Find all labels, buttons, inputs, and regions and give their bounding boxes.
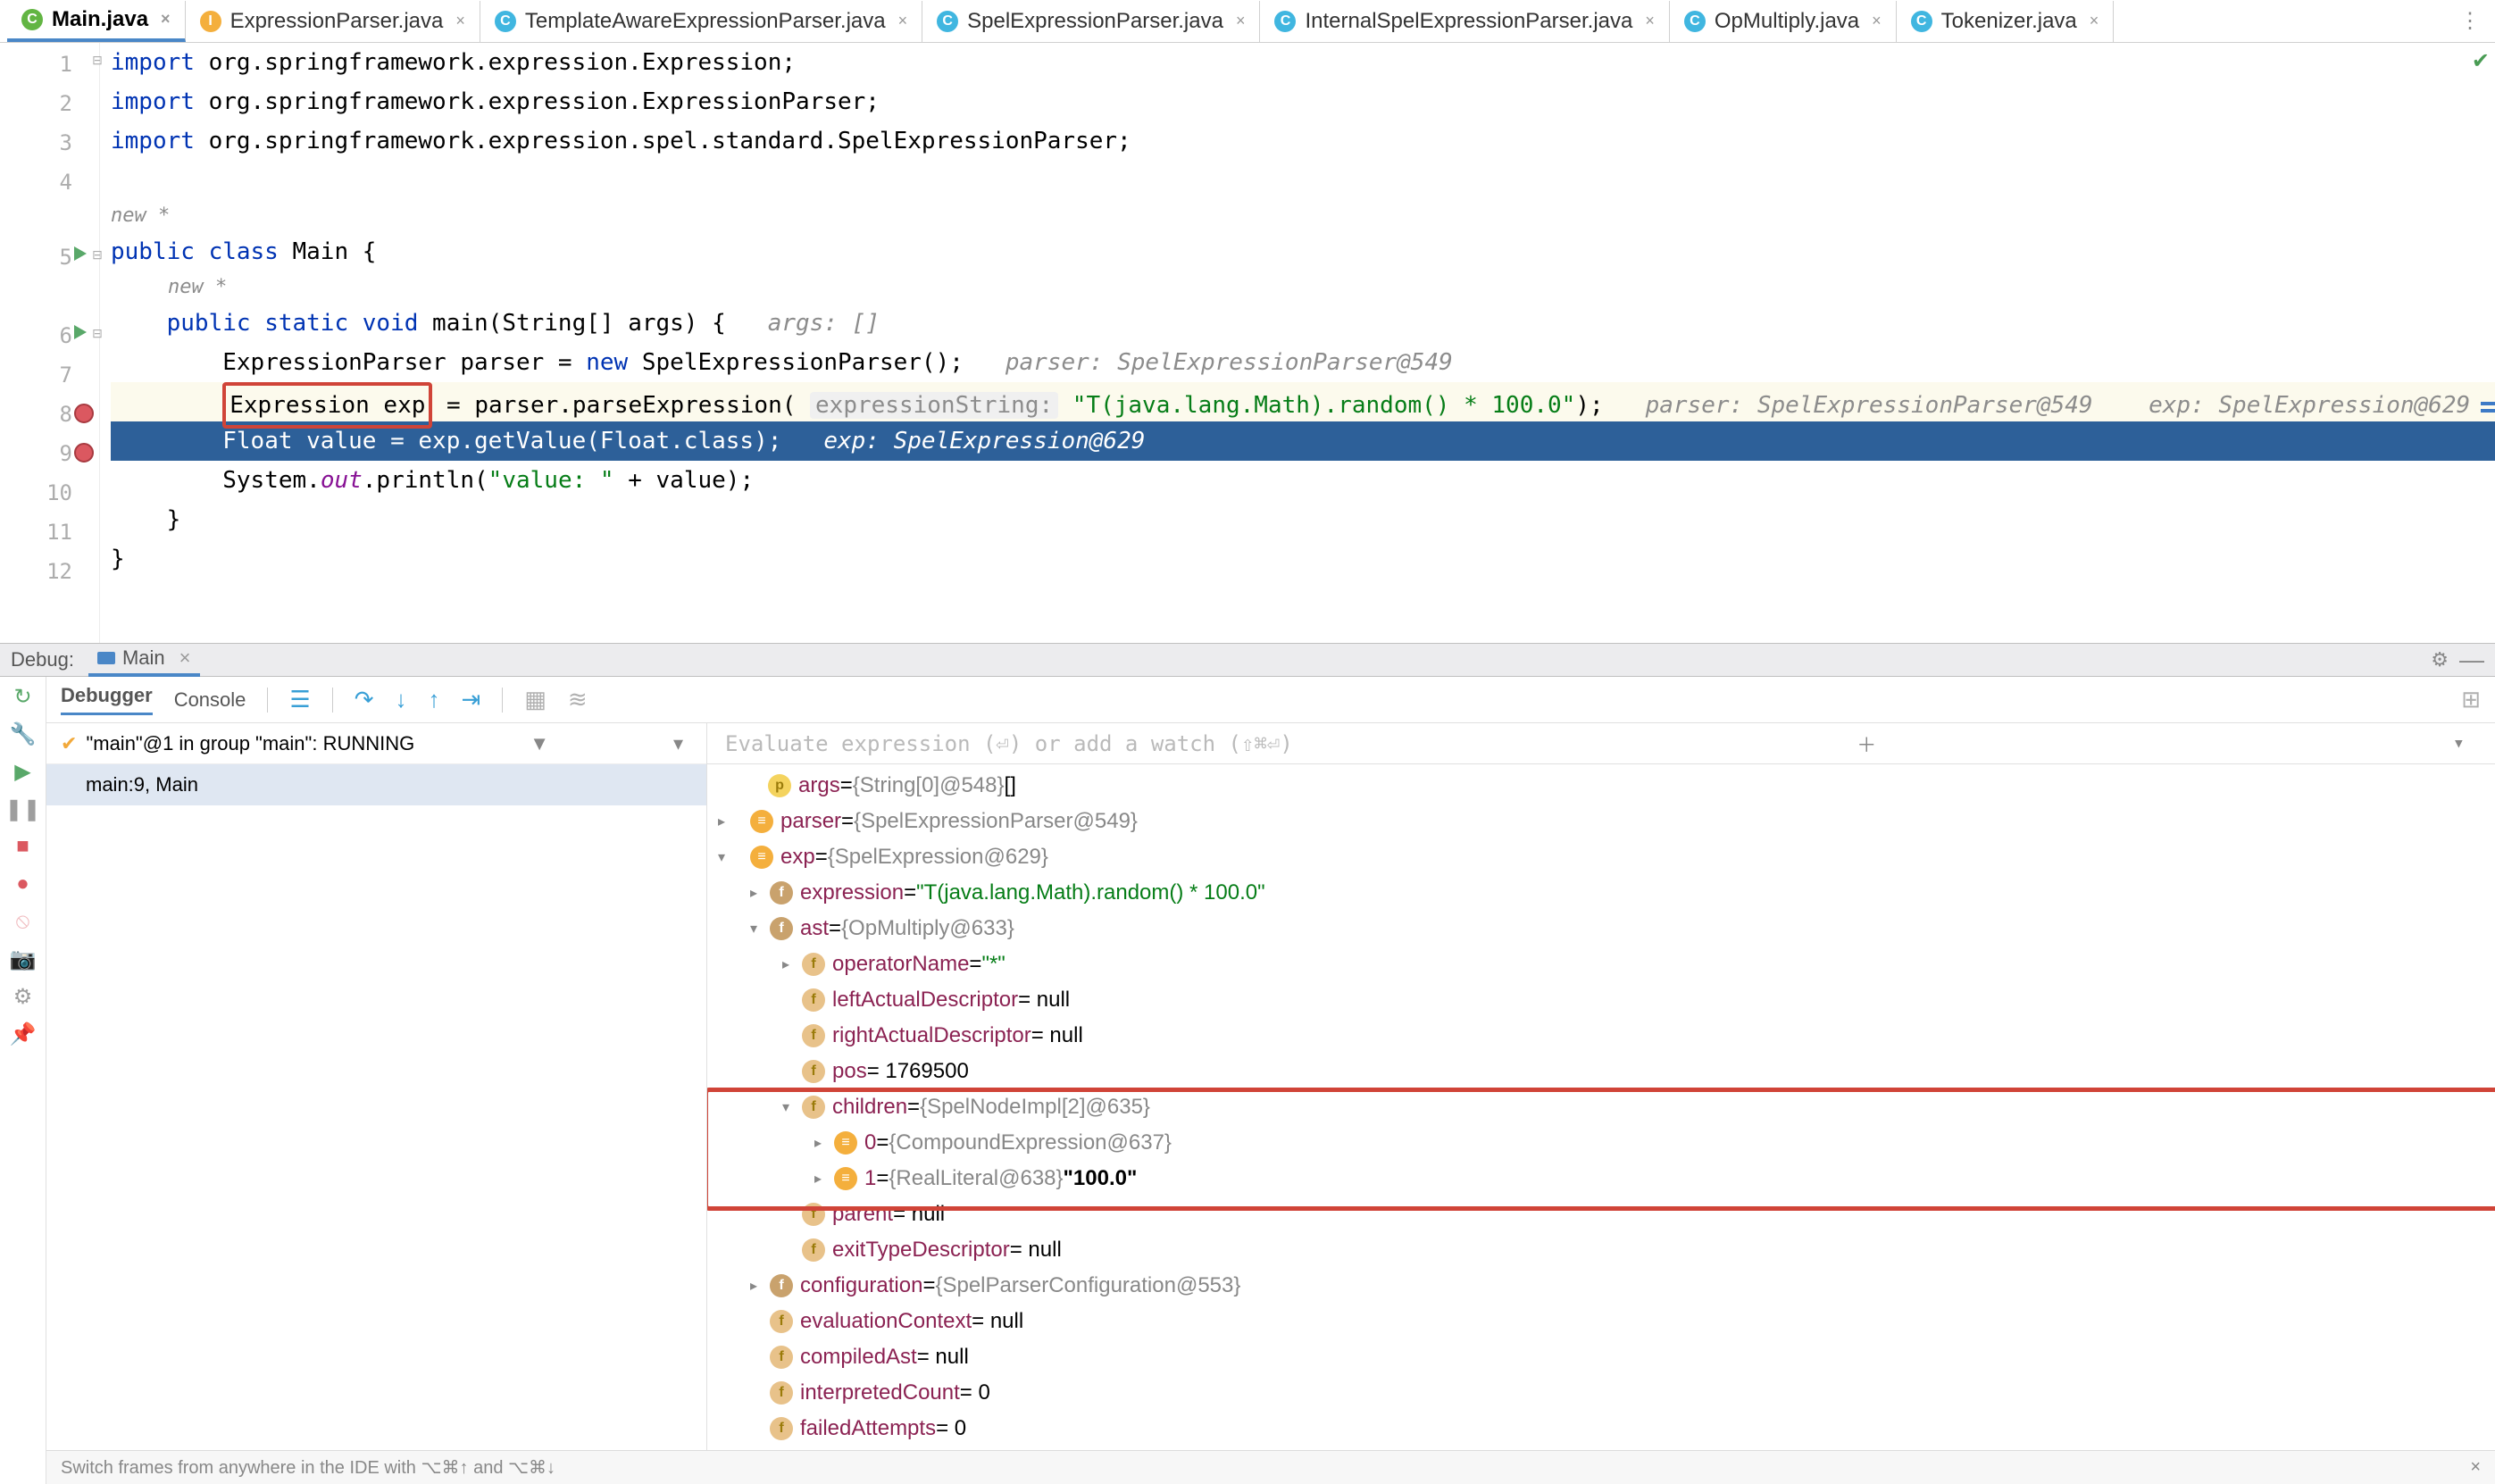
frames-pane: ✔ "main"@1 in group "main": RUNNING ▼ ▾ … [46,723,707,1484]
console-tab[interactable]: Console [174,688,246,712]
marker-icon[interactable] [2481,402,2495,405]
breakpoints-icon[interactable]: ● [11,871,36,896]
code-area[interactable]: import org.springframework.expression.Ex… [100,43,2495,643]
mute-bp-icon[interactable]: ⦸ [11,909,36,934]
close-icon[interactable]: × [161,10,171,29]
thread-row[interactable]: ✔ "main"@1 in group "main": RUNNING ▼ ▾ [46,723,706,764]
class-icon: C [1274,11,1296,32]
step-into-icon[interactable]: ↓ [396,686,407,713]
line-number: 6 [60,323,72,348]
inline-hint: new * [111,200,2495,232]
step-over-icon[interactable]: ↷ [355,686,374,713]
line-number: 4 [60,170,72,195]
line-number: 1 [60,52,72,77]
line-number: 8 [60,402,72,427]
wrench-icon[interactable]: 🔧 [11,721,36,746]
rerun-icon[interactable]: ↻ [11,684,36,709]
tab-file[interactable]: IExpressionParser.java× [186,1,480,42]
interface-icon: I [200,11,221,32]
debug-body: ↻ 🔧 ▶ ❚❚ ■ ● ⦸ 📷 ⚙ 📌 Debugger Console ☰ … [0,677,2495,1484]
line-number: 7 [60,363,72,388]
check-icon: ✔ [2472,48,2490,74]
debug-toolbar: Debugger Console ☰ ↷ ↓ ↑ ⇥ ▦ ≋ ⊞ [46,677,2495,723]
debug-panel-header: Debug: Main× ⚙ — [0,643,2495,677]
debug-label: Debug: [11,648,74,671]
line-number: 11 [46,520,72,545]
close-icon[interactable]: × [1872,12,1882,30]
close-icon[interactable]: × [455,12,465,30]
inline-hint: new * [111,271,2495,304]
frame-row[interactable]: main:9, Main [46,764,706,805]
breakpoint-icon[interactable] [74,404,96,425]
close-icon[interactable]: × [179,646,191,670]
close-icon[interactable]: × [1645,12,1655,30]
line-number: 3 [60,130,72,155]
debug-main: Debugger Console ☰ ↷ ↓ ↑ ⇥ ▦ ≋ ⊞ ✔ "main… [46,677,2495,1484]
evaluate-icon[interactable]: ▦ [524,686,547,713]
threads-icon[interactable]: ☰ [289,686,310,713]
class-icon: C [1911,11,1932,32]
breakpoint-icon[interactable] [74,443,96,464]
more-icon[interactable]: ▾ [2453,732,2465,755]
dropdown-icon[interactable]: ▾ [673,732,683,755]
step-out-icon[interactable]: ↑ [429,686,440,713]
line-number: 10 [46,480,72,505]
run-config-icon [97,652,115,664]
more-tabs-icon[interactable]: ⋮ [2445,8,2495,34]
pin-icon[interactable]: 📌 [11,1021,36,1046]
class-icon: C [21,9,43,30]
tab-file[interactable]: CSpelExpressionParser.java× [922,1,1260,42]
gear-icon[interactable]: ⚙ [2431,648,2449,671]
tab-file[interactable]: CInternalSpelExpressionParser.java× [1260,1,1669,42]
line-number: 9 [60,441,72,466]
code-editor[interactable]: 1 2 3 4 5 6 7 8 9 10 11 12 ⊟ ⊟ ⊟ import … [0,43,2495,643]
variables-pane: Evaluate expression (⏎) or add a watch (… [707,723,2495,1484]
add-watch-icon[interactable]: ＋ [1857,729,1876,758]
check-icon: ✔ [61,732,77,755]
evaluate-input[interactable]: Evaluate expression (⏎) or add a watch (… [707,723,2495,764]
close-icon[interactable]: × [1236,12,1246,30]
stop-icon[interactable]: ■ [11,834,36,859]
divider [502,688,503,713]
line-number: 2 [60,91,72,116]
close-icon[interactable]: × [2470,1457,2481,1478]
trace-icon[interactable]: ≋ [568,686,588,713]
close-icon[interactable]: × [898,12,908,30]
variable-tree[interactable]: pargs = {String[0]@548} [] ▸≡parser = {S… [707,764,2495,1484]
layout-icon[interactable]: ⊞ [2461,686,2481,713]
line-number: 5 [60,245,72,270]
run-to-cursor-icon[interactable]: ⇥ [462,686,481,713]
editor-tabs: CMain.java× IExpressionParser.java× CTem… [0,0,2495,43]
marker-icon[interactable] [2481,409,2495,413]
tab-file[interactable]: CTokenizer.java× [1897,1,2115,42]
class-icon: C [495,11,516,32]
status-bar: Switch frames from anywhere in the IDE w… [46,1450,2495,1484]
debug-sidebar: ↻ 🔧 ▶ ❚❚ ■ ● ⦸ 📷 ⚙ 📌 [0,677,46,1484]
right-gutter: ✔ [2475,43,2495,643]
minimize-icon[interactable]: — [2459,646,2484,674]
pause-icon[interactable]: ❚❚ [11,796,36,821]
camera-icon[interactable]: 📷 [11,946,36,971]
class-icon: C [1684,11,1706,32]
tab-file[interactable]: COpMultiply.java× [1670,1,1897,42]
line-number: 12 [46,559,72,584]
settings-icon[interactable]: ⚙ [11,984,36,1009]
resume-icon[interactable]: ▶ [11,759,36,784]
divider [332,688,333,713]
divider [267,688,268,713]
filter-icon[interactable]: ▼ [530,732,549,755]
gutter: 1 2 3 4 5 6 7 8 9 10 11 12 ⊟ ⊟ ⊟ [0,43,100,643]
debug-run-tab[interactable]: Main× [88,643,200,677]
debugger-tab[interactable]: Debugger [61,684,153,715]
close-icon[interactable]: × [2090,12,2099,30]
tab-file[interactable]: CTemplateAwareExpressionParser.java× [480,1,922,42]
class-icon: C [937,11,958,32]
tab-main[interactable]: CMain.java× [7,1,186,42]
